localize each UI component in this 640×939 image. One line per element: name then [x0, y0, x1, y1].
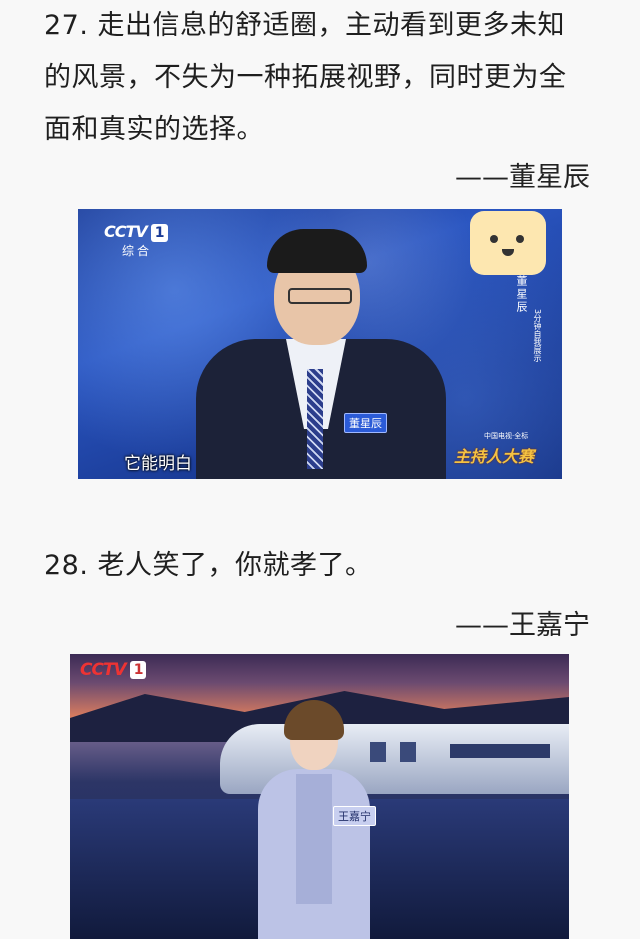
subtitle-caption: 它能明白	[124, 454, 192, 474]
quote-27-line-3: 面和真实的选择。	[44, 114, 264, 145]
inner-top	[296, 774, 332, 904]
host-name-badge: 王嘉宁	[333, 806, 376, 826]
tie	[307, 369, 323, 469]
host-name-badge: 董星辰	[344, 413, 387, 433]
quote-27-author: ——董星辰	[455, 162, 590, 193]
channel-sub: 综合	[122, 244, 153, 258]
side-name-label: 董星辰	[515, 275, 528, 314]
mascot-icon	[470, 211, 546, 275]
channel-number: 1	[150, 223, 168, 242]
host-image-wang-jianing[interactable]: CCTV 1 王嘉宁	[70, 654, 569, 939]
hair	[267, 229, 367, 273]
quote-27-line-2: 的风景，不失为一种拓展视野，同时更为全	[44, 62, 567, 93]
quote-28-author: ——王嘉宁	[455, 610, 590, 641]
show-top-label: 中国电视·全标	[484, 432, 529, 440]
glasses	[288, 288, 352, 304]
host-image-dong-xingchen[interactable]: CCTV 1 综合 董星辰 它能明白 董星辰 3分钟自我展示 中国电视·全标 主持…	[78, 209, 562, 479]
side-caption: 3分钟自我展示	[533, 309, 542, 363]
quote-27: 27. 走出信息的舒适圈，主动看到更多未知 的风景，不失为一种拓展视野，同时更为…	[44, 0, 604, 156]
cctv-logo-text: CCTV	[80, 660, 127, 680]
channel-number: 1	[129, 661, 147, 679]
cctv-logo: CCTV 1	[104, 222, 168, 242]
show-logo: 主持人大赛	[454, 447, 535, 466]
cctv-logo: CCTV 1	[80, 660, 147, 680]
cctv-logo-text: CCTV	[104, 222, 148, 241]
quote-28: 28. 老人笑了，你就孝了。	[44, 540, 604, 592]
quote-28-line-1: 28. 老人笑了，你就孝了。	[44, 550, 373, 581]
quote-27-line-1: 27. 走出信息的舒适圈，主动看到更多未知	[44, 10, 566, 41]
